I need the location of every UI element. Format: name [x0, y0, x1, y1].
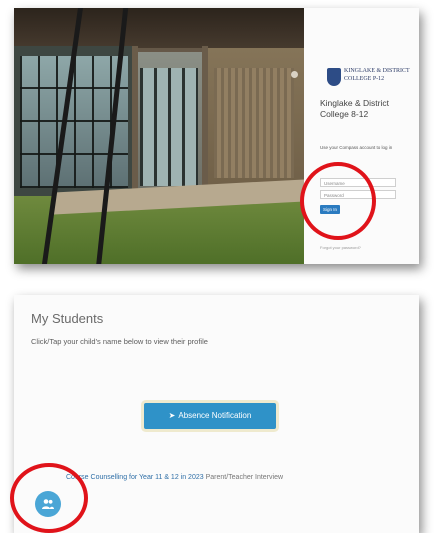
logo-line-2: COLLEGE P-12	[344, 76, 385, 82]
logo-line-1: KINGLAKE & DISTRICT	[344, 68, 410, 74]
arrow-right-icon: ➤	[168, 411, 176, 420]
page-title: My Students	[31, 311, 104, 326]
course-counselling-text: Course Counselling for Year 11 & 12 in 2…	[66, 474, 204, 481]
highlight-circle-fab	[10, 463, 88, 533]
login-caption: Use your Compass account to log in	[320, 145, 393, 150]
absence-notification-label: Absence Notification	[178, 411, 252, 420]
college-name: Kinglake & District College 8-12	[320, 98, 389, 119]
course-counselling-link[interactable]: Course Counselling for Year 11 & 12 in 2…	[66, 474, 283, 481]
page-subtitle: Click/Tap your child's name below to vie…	[31, 337, 208, 346]
school-building-photo	[14, 8, 304, 264]
forgot-password-link[interactable]: Forgot your password?	[320, 245, 361, 250]
absence-notification-button[interactable]: ➤ Absence Notification	[144, 403, 276, 429]
highlight-circle-login	[300, 162, 376, 240]
interview-text: Parent/Teacher Interview	[205, 474, 284, 481]
school-logo-icon: KINGLAKE & DISTRICT COLLEGE P-12	[327, 66, 410, 88]
